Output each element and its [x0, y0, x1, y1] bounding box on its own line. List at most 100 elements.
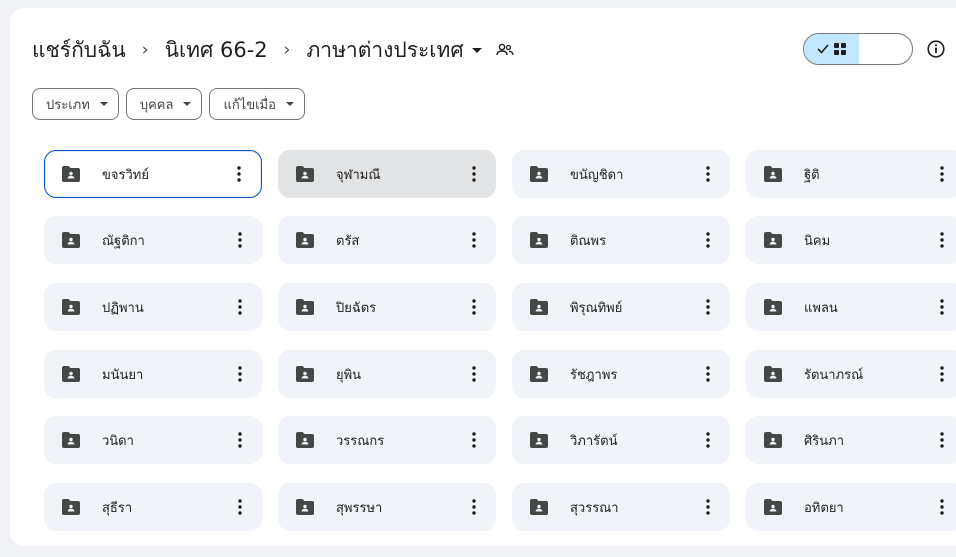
more-vert-icon[interactable] [696, 162, 720, 186]
more-vert-icon[interactable] [462, 162, 486, 186]
more-vert-icon[interactable] [462, 428, 486, 452]
breadcrumb-current-folder[interactable]: ภาษาต่างประเทศ [306, 34, 482, 67]
shared-folder-icon [296, 299, 314, 315]
folder-name: อทิตยา [804, 500, 844, 516]
shared-folder-icon [764, 299, 782, 315]
shared-folder-icon [62, 499, 80, 515]
check-icon [817, 44, 829, 54]
shared-folder-icon [764, 499, 782, 515]
folder-name: รัตนาภรณ์ [804, 367, 864, 383]
folder-card[interactable]: อทิตยา [746, 483, 956, 531]
grid-view-button[interactable] [804, 34, 859, 64]
folder-name: นิคม [804, 233, 831, 249]
more-vert-icon[interactable] [930, 162, 954, 186]
folder-name: วนิดา [102, 433, 134, 449]
more-vert-icon[interactable] [696, 295, 720, 319]
more-vert-icon[interactable] [228, 228, 252, 252]
shared-folder-icon [62, 299, 80, 315]
folder-card[interactable]: ศิรินภา [746, 416, 956, 464]
folder-card[interactable]: รัชฎาพร [512, 350, 730, 398]
more-vert-icon[interactable] [930, 428, 954, 452]
caret-down-icon [99, 102, 108, 106]
folder-name: ตรัส [336, 233, 360, 249]
shared-folder-icon [530, 299, 548, 315]
grid-icon [834, 43, 846, 55]
shared-folder-icon [530, 366, 548, 382]
filter-type-chip[interactable]: ประเภท [32, 88, 119, 120]
folder-name: พิรุณทิพย์ [570, 300, 623, 316]
more-vert-icon[interactable] [462, 228, 486, 252]
folder-name: รัชฎาพร [570, 367, 618, 383]
shared-folder-icon [764, 166, 782, 182]
info-button[interactable] [925, 38, 947, 60]
folder-card[interactable]: ขนัญชิดา [512, 150, 730, 198]
more-vert-icon[interactable] [228, 295, 252, 319]
folder-card[interactable]: ปฏิพาน [44, 283, 262, 331]
folder-card[interactable]: พิรุณทิพย์ [512, 283, 730, 331]
info-icon [927, 40, 945, 58]
shared-folder-icon [62, 232, 80, 248]
folder-card[interactable]: ฐิติ [746, 150, 956, 198]
folder-card[interactable]: ขจรวิทย์ [44, 150, 262, 198]
folder-card[interactable]: ตรัส [278, 216, 496, 264]
more-vert-icon[interactable] [228, 362, 252, 386]
folder-card[interactable]: วิภารัตน์ [512, 416, 730, 464]
caret-down-icon [285, 102, 294, 106]
folder-card[interactable]: นิคม [746, 216, 956, 264]
more-vert-icon[interactable] [227, 162, 251, 186]
shared-folder-icon [296, 366, 314, 382]
more-vert-icon[interactable] [696, 228, 720, 252]
folder-name: สุพรรษา [336, 500, 383, 516]
folder-card[interactable]: ณัฐติกา [44, 216, 262, 264]
more-vert-icon[interactable] [462, 495, 486, 519]
folder-name: ขจรวิทย์ [102, 167, 149, 183]
folder-card[interactable]: สุธีรา [44, 483, 262, 531]
caret-down-icon [471, 47, 482, 53]
filter-modified-chip[interactable]: แก้ไขเมื่อ [209, 88, 305, 120]
folder-name: ยุพิน [336, 367, 362, 383]
folder-card[interactable]: สุพรรษา [278, 483, 496, 531]
more-vert-icon[interactable] [930, 495, 954, 519]
shared-folder-icon [530, 166, 548, 182]
folder-card[interactable]: ติณพร [512, 216, 730, 264]
breadcrumb-item-parent[interactable]: นิเทศ 66-2 [165, 34, 268, 67]
more-vert-icon[interactable] [462, 295, 486, 319]
more-vert-icon[interactable] [930, 362, 954, 386]
folder-card[interactable]: จุฬามณี [278, 150, 496, 198]
breadcrumb-item-shared-with-me[interactable]: แชร์กับฉัน [32, 34, 126, 67]
more-vert-icon[interactable] [930, 295, 954, 319]
folder-card[interactable]: วนิดา [44, 416, 262, 464]
more-vert-icon[interactable] [228, 495, 252, 519]
shared-folder-icon [530, 232, 548, 248]
folder-card[interactable]: แพลน [746, 283, 956, 331]
more-vert-icon[interactable] [696, 495, 720, 519]
more-vert-icon[interactable] [462, 362, 486, 386]
shared-folder-icon [62, 432, 80, 448]
folder-card[interactable]: รัตนาภรณ์ [746, 350, 956, 398]
folder-card[interactable]: วรรณกร [278, 416, 496, 464]
more-vert-icon[interactable] [696, 362, 720, 386]
filter-people-chip[interactable]: บุคคล [125, 88, 203, 120]
folder-name: แพลน [804, 300, 838, 316]
shared-folder-icon [764, 366, 782, 382]
filter-modified-label: แก้ไขเมื่อ [223, 97, 276, 113]
shared-folder-icon [764, 432, 782, 448]
folder-card[interactable]: สุวรรณา [512, 483, 730, 531]
more-vert-icon[interactable] [696, 428, 720, 452]
filter-type-label: ประเภท [46, 97, 90, 113]
shared-folder-icon [530, 499, 548, 515]
more-vert-icon[interactable] [930, 228, 954, 252]
folder-name: ปิยฉัตร [336, 300, 377, 316]
folder-name: ณัฐติกา [102, 233, 145, 249]
shared-folder-icon [764, 232, 782, 248]
view-toggle [803, 33, 913, 65]
breadcrumb-item-current: ภาษาต่างประเทศ [306, 37, 464, 62]
folder-card[interactable]: มนันยา [44, 350, 262, 398]
shared-folder-icon [296, 499, 314, 515]
shared-folder-icon [296, 432, 314, 448]
breadcrumb-separator: › [283, 40, 291, 60]
breadcrumb-separator: › [141, 40, 149, 60]
folder-card[interactable]: ยุพิน [278, 350, 496, 398]
more-vert-icon[interactable] [228, 428, 252, 452]
folder-card[interactable]: ปิยฉัตร [278, 283, 496, 331]
